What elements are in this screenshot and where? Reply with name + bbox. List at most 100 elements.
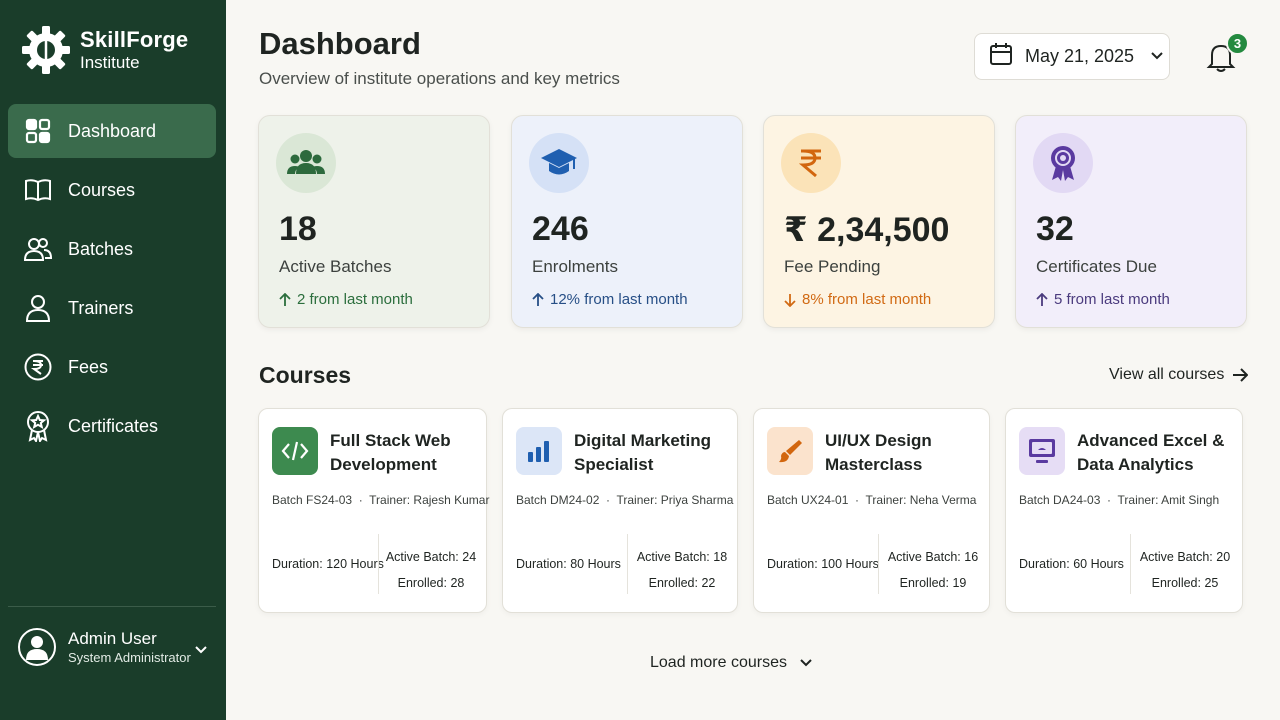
user-icon [24,294,52,322]
course-card-ui-ux[interactable]: UI/UX Design Masterclass Batch UX24-01 ·… [753,408,990,613]
course-duration: Duration: 100 Hours [767,557,879,571]
gear-logo-icon [22,26,70,74]
user-menu[interactable]: Admin User System Administrator [18,628,218,667]
course-divider [627,534,628,594]
course-batch: Batch DM24-02 [516,493,600,507]
course-duration: Duration: 80 Hours [516,557,621,571]
page-subtitle: Overview of institute operations and key… [259,69,620,88]
arrow-up-icon [532,292,544,306]
avatar [18,628,56,667]
course-card-advanced-excel[interactable]: Advanced Excel & Data Analytics Batch DA… [1005,408,1243,613]
course-active-batch: Active Batch: 24 [385,550,477,564]
rupee-icon [781,133,841,193]
course-meta: Batch UX24-01 · Trainer: Neha Verma [767,493,977,507]
sidebar-item-label: Courses [68,179,136,200]
stat-card-fee-pending[interactable]: ₹ 2,34,500 Fee Pending 8% from last mont… [763,115,995,328]
stat-label: Active Batches [279,257,392,276]
sidebar-item-courses[interactable]: Courses [8,163,216,217]
sidebar-item-dashboard[interactable]: Dashboard [8,104,216,158]
stat-label: Enrolments [532,257,618,276]
users-icon [276,133,336,193]
course-batch-stats: Active Batch: 18 Enrolled: 22 [634,544,730,597]
course-duration: Duration: 120 Hours [272,557,384,571]
page-title: Dashboard [259,26,421,61]
graduation-cap-icon [529,133,589,193]
stat-value: ₹ 2,34,500 [784,211,950,249]
sidebar: SkillForge Institute Dashboard Courses B… [0,0,226,720]
course-trainer: Trainer: Neha Verma [865,493,977,507]
medal-icon [1033,133,1093,193]
course-title: Advanced Excel & Data Analytics [1077,431,1225,475]
chevron-down-icon[interactable] [194,642,208,660]
course-divider [378,534,379,594]
stat-trend: 8% from last month [784,291,931,308]
users-icon [24,235,52,263]
course-divider [1130,534,1131,594]
sidebar-item-certificates[interactable]: Certificates [8,399,216,453]
course-batch: Batch FS24-03 [272,493,353,507]
stat-label: Certificates Due [1036,257,1157,276]
user-role: System Administrator [68,650,191,666]
course-batch: Batch DA24-03 [1019,493,1101,507]
load-more-courses-button[interactable]: Load more courses [650,654,813,672]
date-picker[interactable]: May 21, 2025 [974,33,1170,80]
brand[interactable]: SkillForge Institute [20,24,188,76]
book-icon [24,176,52,204]
arrow-up-icon [1036,292,1048,306]
sidebar-item-trainers[interactable]: Trainers [8,281,216,335]
chevron-down-icon [800,659,812,667]
stat-trend-text: 12% from last month [550,291,688,308]
course-meta: Batch DA24-03 · Trainer: Amit Singh [1019,493,1220,507]
course-card-digital-marketing[interactable]: Digital Marketing Specialist Batch DM24-… [502,408,738,613]
stat-card-enrolments[interactable]: 246 Enrolments 12% from last month [511,115,743,328]
sidebar-nav: Dashboard Courses Batches Trainers Fees … [8,104,216,458]
course-batch: Batch UX24-01 [767,493,849,507]
monitor-icon [1019,427,1065,475]
sidebar-divider [8,606,216,607]
sidebar-item-fees[interactable]: Fees [8,340,216,394]
chevron-down-icon [1150,48,1164,66]
sidebar-item-batches[interactable]: Batches [8,222,216,276]
course-trainer: Trainer: Priya Sharma [616,493,734,507]
user-avatar-icon [26,636,48,661]
stat-trend-text: 2 from last month [297,291,413,308]
course-title: UI/UX Design Masterclass [825,431,932,475]
course-enrolled: Enrolled: 28 [397,576,465,591]
course-active-batch: Active Batch: 18 [636,550,728,564]
brand-name: SkillForge [80,26,189,52]
stat-trend: 5 from last month [1036,291,1170,308]
user-name: Admin User [68,629,157,648]
sidebar-item-label: Fees [68,356,109,377]
course-trainer: Trainer: Amit Singh [1117,493,1220,507]
stat-value: 18 [279,210,317,248]
stat-card-certificates-due[interactable]: 32 Certificates Due 5 from last month [1015,115,1247,328]
stat-trend: 2 from last month [279,291,413,308]
arrow-up-icon [279,292,291,306]
award-icon [24,411,52,442]
view-all-courses-link[interactable]: View all courses [1109,366,1249,384]
calendar-icon [989,42,1013,71]
sidebar-item-label: Batches [68,238,134,259]
course-duration: Duration: 60 Hours [1019,557,1124,571]
arrow-right-icon [1233,368,1249,382]
brand-subtitle: Institute [80,52,140,72]
stat-card-active-batches[interactable]: 18 Active Batches 2 from last month [258,115,490,328]
grid-icon [24,117,52,145]
stat-value: 246 [532,210,589,248]
sidebar-item-label: Certificates [68,415,159,436]
course-active-batch: Active Batch: 20 [1139,550,1231,564]
course-enrolled: Enrolled: 25 [1151,576,1219,591]
course-title: Digital Marketing Specialist [574,431,711,475]
course-card-full-stack[interactable]: Full Stack Web Development Batch FS24-03… [258,408,490,613]
stat-trend-text: 8% from last month [802,291,932,308]
course-batch-stats: Active Batch: 20 Enrolled: 25 [1137,544,1233,597]
bar-chart-icon [516,427,562,475]
course-enrolled: Enrolled: 19 [899,576,967,591]
stat-label: Fee Pending [784,257,881,276]
course-batch-stats: Active Batch: 24 Enrolled: 28 [383,544,479,597]
sidebar-item-label: Dashboard [68,120,157,141]
course-batch-stats: Active Batch: 16 Enrolled: 19 [885,544,981,597]
brush-icon [767,427,813,475]
course-divider [878,534,879,594]
course-trainer: Trainer: Rajesh Kumar [369,493,490,507]
